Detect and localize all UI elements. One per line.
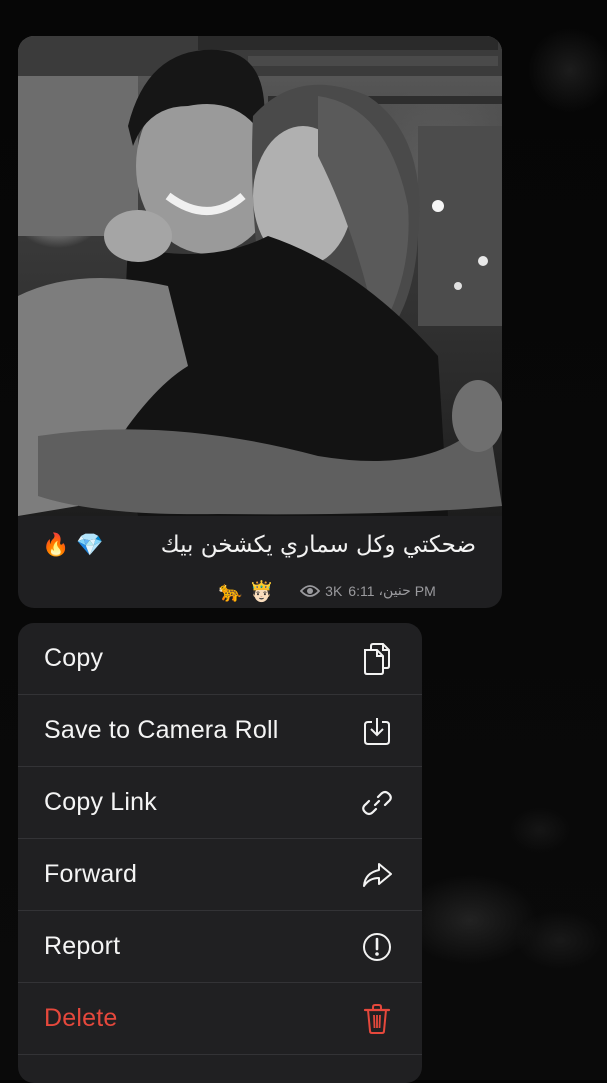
message-time-period: PM	[414, 583, 436, 599]
menu-item-label: Forward	[44, 860, 138, 888]
photo-illustration	[18, 36, 502, 516]
menu-item-save-to-camera-roll[interactable]: Save to Camera Roll	[18, 695, 422, 767]
link-icon	[360, 786, 394, 820]
exclamation-circle-icon	[360, 930, 394, 964]
context-menu: Copy Save to Camera Roll Copy Link Forwa…	[18, 623, 422, 1083]
message-meta: 3K 6:11 حنين، PM	[300, 583, 436, 599]
menu-item-forward[interactable]: Forward	[18, 839, 422, 911]
trash-icon	[360, 1002, 394, 1036]
menu-item-copy[interactable]: Copy	[18, 623, 422, 695]
menu-item-report[interactable]: Report	[18, 911, 422, 983]
caption-emoji: 🔥 💎	[42, 533, 104, 558]
menu-item-label: Save to Camera Roll	[44, 716, 279, 744]
view-count: 3K	[325, 583, 343, 599]
menu-item-delete[interactable]: Delete	[18, 983, 422, 1055]
message-photo[interactable]	[18, 36, 502, 516]
menu-item-label: Copy Link	[44, 788, 157, 816]
menu-item-label: Delete	[44, 1004, 118, 1032]
menu-item-label: Copy	[44, 644, 104, 672]
caption-emoji-secondary: 🐆 🤴🏻	[218, 579, 275, 603]
eye-icon	[300, 584, 321, 598]
message-author: حنين،	[378, 583, 411, 599]
message-footer: 🐆 🤴🏻 3K 6:11 حنين، PM	[218, 579, 436, 603]
menu-item-overflow	[18, 1055, 422, 1083]
message-bubble[interactable]: 🔥 💎 ضحكتي وكل سماري يكشخن بيك 🐆 🤴🏻 3K 6:…	[18, 36, 502, 608]
message-caption: ضحكتي وكل سماري يكشخن بيك	[160, 532, 476, 558]
copy-icon	[360, 642, 394, 676]
save-download-icon	[360, 714, 394, 748]
forward-arrow-icon	[360, 858, 394, 892]
menu-item-copy-link[interactable]: Copy Link	[18, 767, 422, 839]
message-time: 6:11	[348, 583, 375, 599]
menu-item-label: Report	[44, 932, 121, 960]
